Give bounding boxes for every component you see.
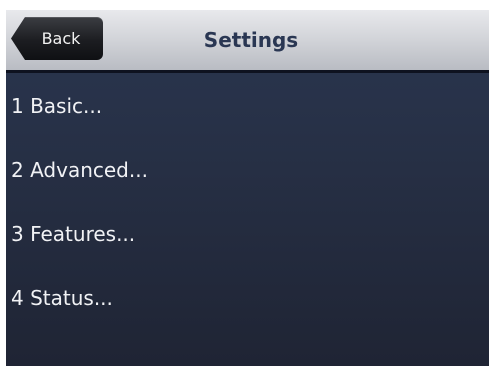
settings-screen: Back Settings 1 Basic... 2 Advanced... 3… <box>6 10 489 366</box>
menu-item-advanced[interactable]: 2 Advanced... <box>6 140 489 204</box>
menu-item-basic[interactable]: 1 Basic... <box>6 76 489 140</box>
page-title: Settings <box>203 28 299 52</box>
back-button[interactable]: Back <box>11 17 103 60</box>
menu-item-features[interactable]: 3 Features... <box>6 204 489 268</box>
title-bar: Back Settings <box>6 10 489 73</box>
settings-menu: 1 Basic... 2 Advanced... 3 Features... 4… <box>6 76 489 332</box>
menu-item-status[interactable]: 4 Status... <box>6 268 489 332</box>
